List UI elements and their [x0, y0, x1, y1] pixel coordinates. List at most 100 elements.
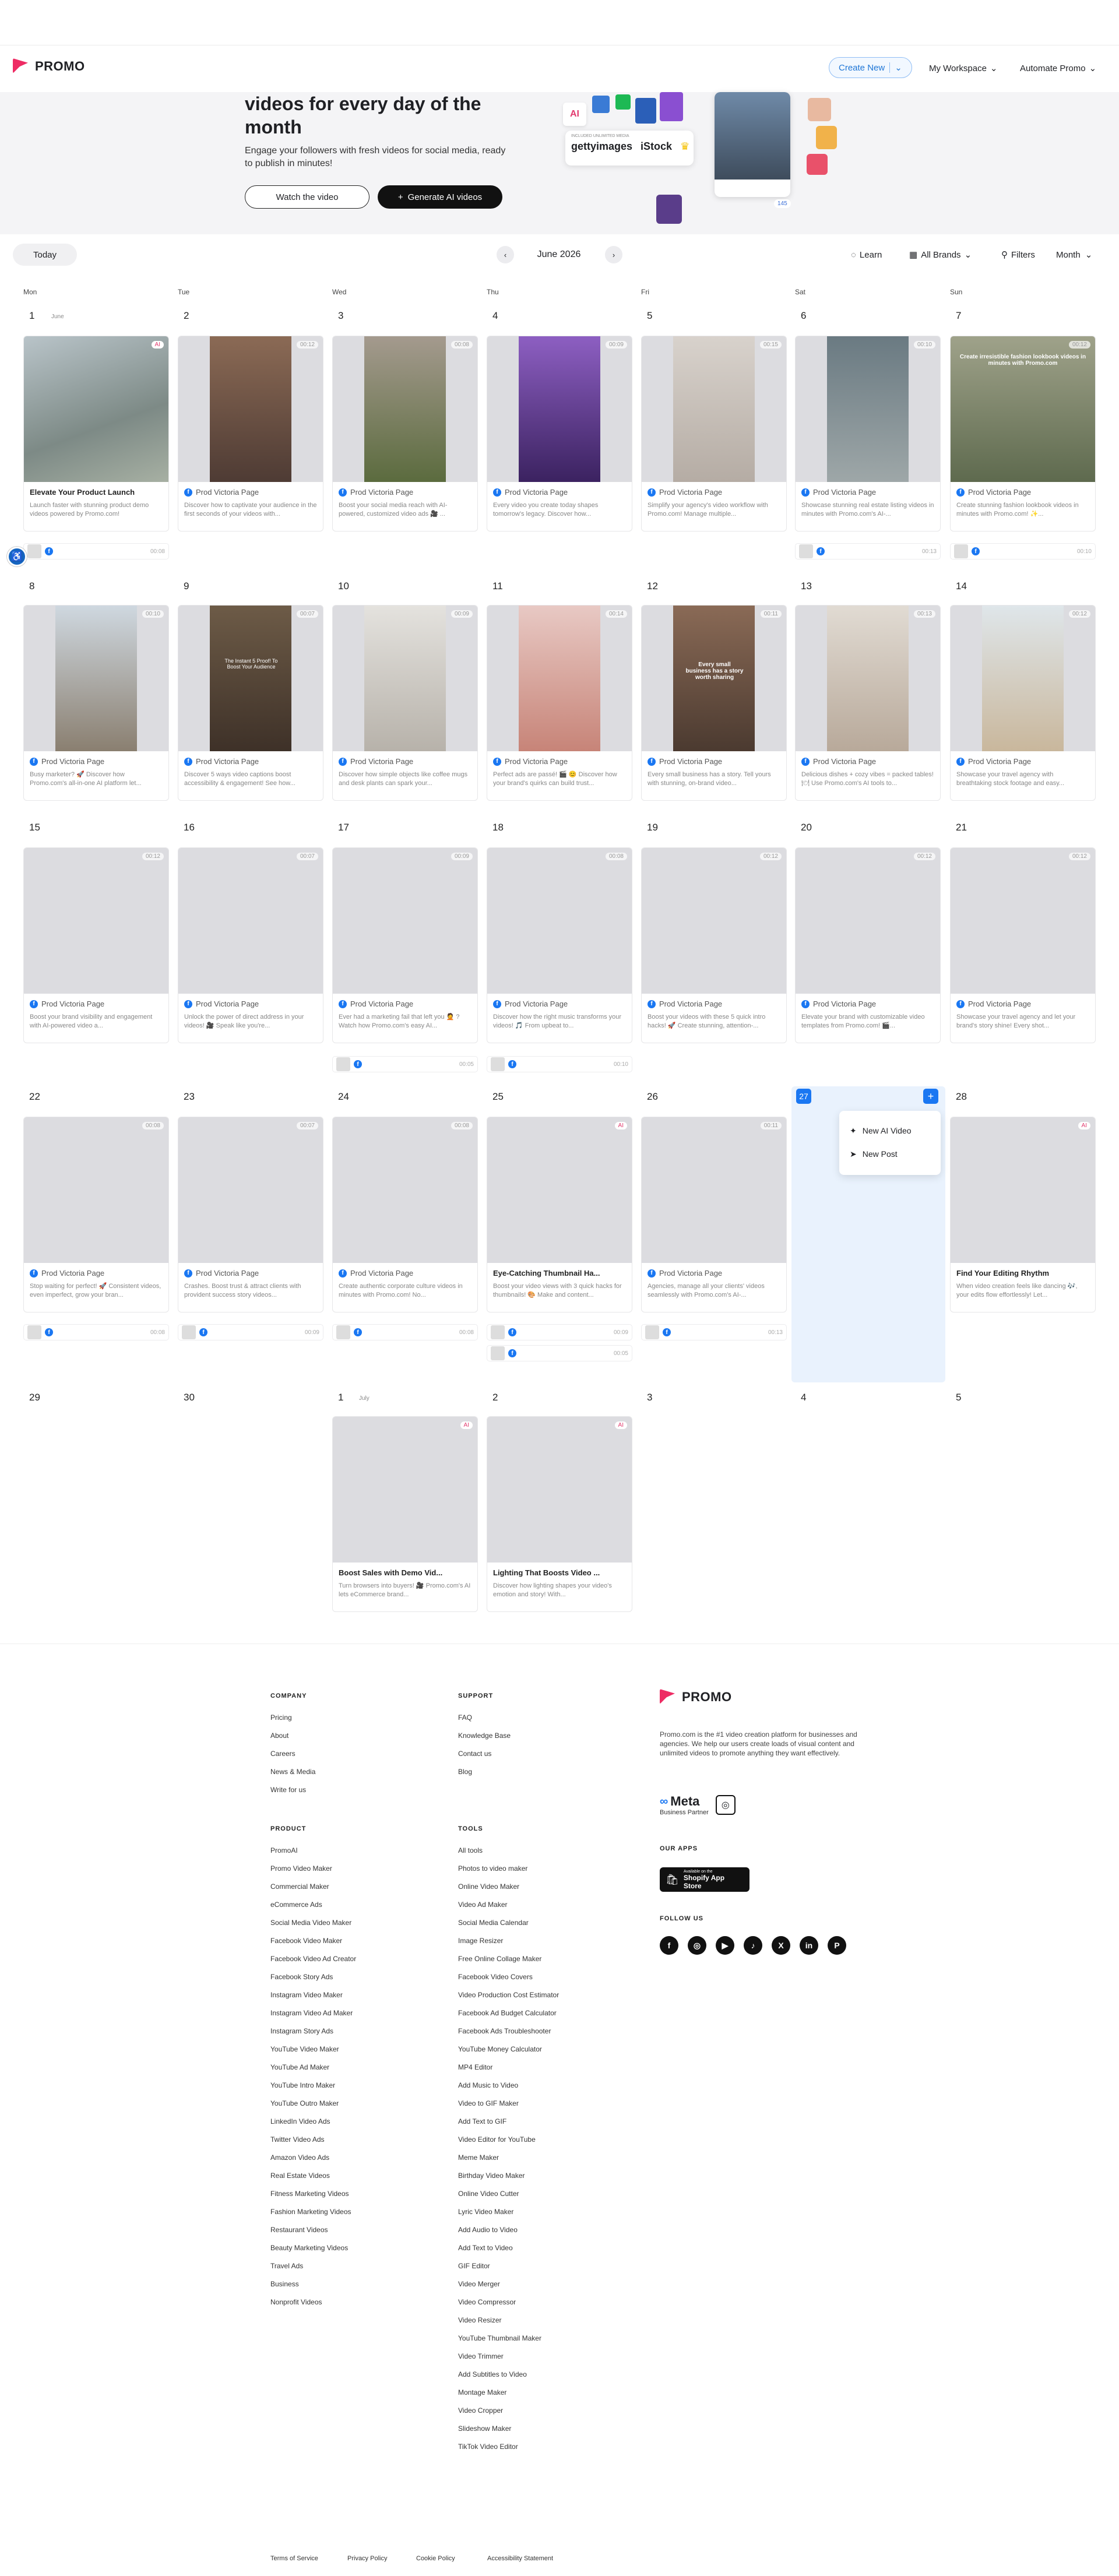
create-new-button[interactable]: Create New ⌄ [829, 57, 912, 78]
footer-link[interactable]: Photos to video maker [458, 1860, 559, 1878]
footer-link[interactable]: Contact us [458, 1745, 511, 1763]
post-card[interactable]: 00:09 f Prod Victoria Page Every video you… [487, 336, 632, 532]
footer-link[interactable]: Knowledge Base [458, 1727, 511, 1745]
footer-link[interactable]: Careers [270, 1745, 315, 1763]
footer-link[interactable]: Facebook Video Ad Creator [270, 1950, 356, 1968]
footer-link[interactable]: Meme Maker [458, 2149, 559, 2167]
footer-link[interactable]: TikTok Video Editor [458, 2438, 559, 2456]
footer-link[interactable]: Write for us [270, 1781, 315, 1799]
post-card[interactable]: 00:11 f Prod Victoria Page Agencies, manag… [641, 1117, 787, 1312]
footer-link[interactable]: All tools [458, 1842, 559, 1860]
post-card[interactable]: 00:08 f Prod Victoria Page Discover how th… [487, 847, 632, 1043]
instagram-icon[interactable]: ◎ [688, 1936, 706, 1955]
post-card[interactable]: 00:13 f Prod Victoria Page Delicious dishe… [795, 605, 941, 801]
footer-link[interactable]: YouTube Money Calculator [458, 2040, 559, 2058]
footer-link[interactable]: Commercial Maker [270, 1878, 356, 1896]
scheduled-post-row[interactable]: f 00:13 [795, 543, 941, 559]
learn-button[interactable]: ◌ Learn [851, 244, 882, 266]
footer-link[interactable]: Business [270, 2275, 356, 2293]
footer-link[interactable]: Slideshow Maker [458, 2420, 559, 2438]
post-card[interactable]: 00:10 f Prod Victoria Page Showcase stunni… [795, 336, 941, 532]
footer-link[interactable]: Instagram Video Ad Maker [270, 2004, 356, 2022]
footer-link[interactable]: Montage Maker [458, 2384, 559, 2402]
footer-link[interactable]: Facebook Video Maker [270, 1932, 356, 1950]
footer-link[interactable]: YouTube Thumbnail Maker [458, 2329, 559, 2348]
footer-link[interactable]: YouTube Video Maker [270, 2040, 356, 2058]
footer-link[interactable]: Image Resizer [458, 1932, 559, 1950]
footer-link[interactable]: Facebook Ad Budget Calculator [458, 2004, 559, 2022]
footer-link[interactable]: Online Video Cutter [458, 2185, 559, 2203]
next-month-button[interactable]: › [605, 244, 622, 266]
footer-link[interactable]: Video Resizer [458, 2311, 559, 2329]
scheduled-post-row[interactable]: f 00:05 [332, 1056, 478, 1072]
add-post-button[interactable]: + [923, 1089, 938, 1104]
new-ai-video-option[interactable]: ✦ New AI Video [850, 1119, 930, 1142]
footer-link[interactable]: Video Compressor [458, 2293, 559, 2311]
footer-link[interactable]: Video Cropper [458, 2402, 559, 2420]
logo[interactable]: PROMO [13, 58, 85, 75]
privacy-link[interactable]: Privacy Policy [347, 2555, 387, 2562]
linkedin-icon[interactable]: in [800, 1936, 818, 1955]
footer-link[interactable]: Add Music to Video [458, 2077, 559, 2095]
scheduled-post-row[interactable]: f 00:10 [950, 543, 1096, 559]
footer-link[interactable]: PromoAI [270, 1842, 356, 1860]
footer-link[interactable]: Video Merger [458, 2275, 559, 2293]
workspace-menu[interactable]: My Workspace ⌄ [929, 63, 998, 74]
footer-link[interactable]: Travel Ads [270, 2257, 356, 2275]
filters-button[interactable]: ⚲ Filters [1001, 244, 1035, 266]
footer-link[interactable]: YouTube Outro Maker [270, 2095, 356, 2113]
footer-link[interactable]: Add Audio to Video [458, 2221, 559, 2239]
footer-link[interactable]: Video to GIF Maker [458, 2095, 559, 2113]
post-card[interactable]: 00:07 f Prod Victoria Page Unlock the powe… [178, 847, 323, 1043]
footer-link[interactable]: Blog [458, 1763, 511, 1781]
post-card[interactable]: 00:07 f Prod Victoria Page Crashes. Boost … [178, 1117, 323, 1312]
post-card[interactable]: 00:15 f Prod Victoria Page Simplify your a… [641, 336, 787, 532]
post-card[interactable]: 00:11 Every small business has a story wo… [641, 605, 787, 801]
scheduled-post-row[interactable]: f 00:05 [487, 1345, 632, 1361]
footer-link[interactable]: Twitter Video Ads [270, 2131, 356, 2149]
footer-link[interactable]: Amazon Video Ads [270, 2149, 356, 2167]
post-card[interactable]: 00:12 f Prod Victoria Page Elevate your br… [795, 847, 941, 1043]
footer-link[interactable]: Video Editor for YouTube [458, 2131, 559, 2149]
accessibility-button[interactable]: ♿ [7, 547, 27, 566]
post-card[interactable]: 00:08 f Prod Victoria Page Create authenti… [332, 1117, 478, 1312]
post-card[interactable]: 00:12 f Prod Victoria Page Boost your vide… [641, 847, 787, 1043]
post-card[interactable]: 00:10 f Prod Victoria Page Busy marketer? … [23, 605, 169, 801]
footer-link[interactable]: Add Text to GIF [458, 2113, 559, 2131]
footer-link[interactable]: About [270, 1727, 315, 1745]
accessibility-statement-link[interactable]: Accessibility Statement [487, 2555, 553, 2562]
post-card[interactable]: 00:12 f Prod Victoria Page Showcase your t… [950, 847, 1096, 1043]
footer-link[interactable]: LinkedIn Video Ads [270, 2113, 356, 2131]
x-twitter-icon[interactable]: X [772, 1936, 790, 1955]
post-card[interactable]: 00:07 The Instant 5 Proof! To Boost Your … [178, 605, 323, 801]
footer-link[interactable]: Promo Video Maker [270, 1860, 356, 1878]
footer-link[interactable]: YouTube Ad Maker [270, 2058, 356, 2077]
post-card[interactable]: AI Boost Sales with Demo Vid... Turn brow… [332, 1416, 478, 1612]
footer-logo[interactable]: PROMO [660, 1689, 732, 1705]
footer-link[interactable]: Add Text to Video [458, 2239, 559, 2257]
footer-link[interactable]: Social Media Video Maker [270, 1914, 356, 1932]
youtube-icon[interactable]: ▶ [716, 1936, 734, 1955]
footer-link[interactable]: MP4 Editor [458, 2058, 559, 2077]
new-post-option[interactable]: ➤ New Post [850, 1142, 930, 1166]
shopify-app-store-badge[interactable]: 🛍 Available on the Shopify App Store [660, 1867, 749, 1892]
today-button[interactable]: Today [13, 244, 77, 266]
scheduled-post-row[interactable]: f 00:08 [23, 1324, 169, 1340]
footer-link[interactable]: Pricing [270, 1709, 315, 1727]
footer-link[interactable]: Facebook Ads Troubleshooter [458, 2022, 559, 2040]
post-card[interactable]: AI Find Your Editing Rhythm When video cr… [950, 1117, 1096, 1312]
footer-link[interactable]: Online Video Maker [458, 1878, 559, 1896]
generate-ai-videos-button[interactable]: + Generate AI videos [378, 185, 502, 209]
watch-video-button[interactable]: Watch the video [245, 185, 370, 209]
footer-link[interactable]: Video Ad Maker [458, 1896, 559, 1914]
facebook-icon[interactable]: f [660, 1936, 678, 1955]
cookie-link[interactable]: Cookie Policy [416, 2555, 455, 2562]
footer-link[interactable]: Facebook Story Ads [270, 1968, 356, 1986]
post-card[interactable]: 00:12 f Prod Victoria Page Discover how to… [178, 336, 323, 532]
scheduled-post-row[interactable]: f 00:13 [641, 1324, 787, 1340]
post-card[interactable]: AI Lighting That Boosts Video ... Discove… [487, 1416, 632, 1612]
footer-link[interactable]: FAQ [458, 1709, 511, 1727]
footer-link[interactable]: Instagram Video Maker [270, 1986, 356, 2004]
footer-link[interactable]: Lyric Video Maker [458, 2203, 559, 2221]
footer-link[interactable]: GIF Editor [458, 2257, 559, 2275]
